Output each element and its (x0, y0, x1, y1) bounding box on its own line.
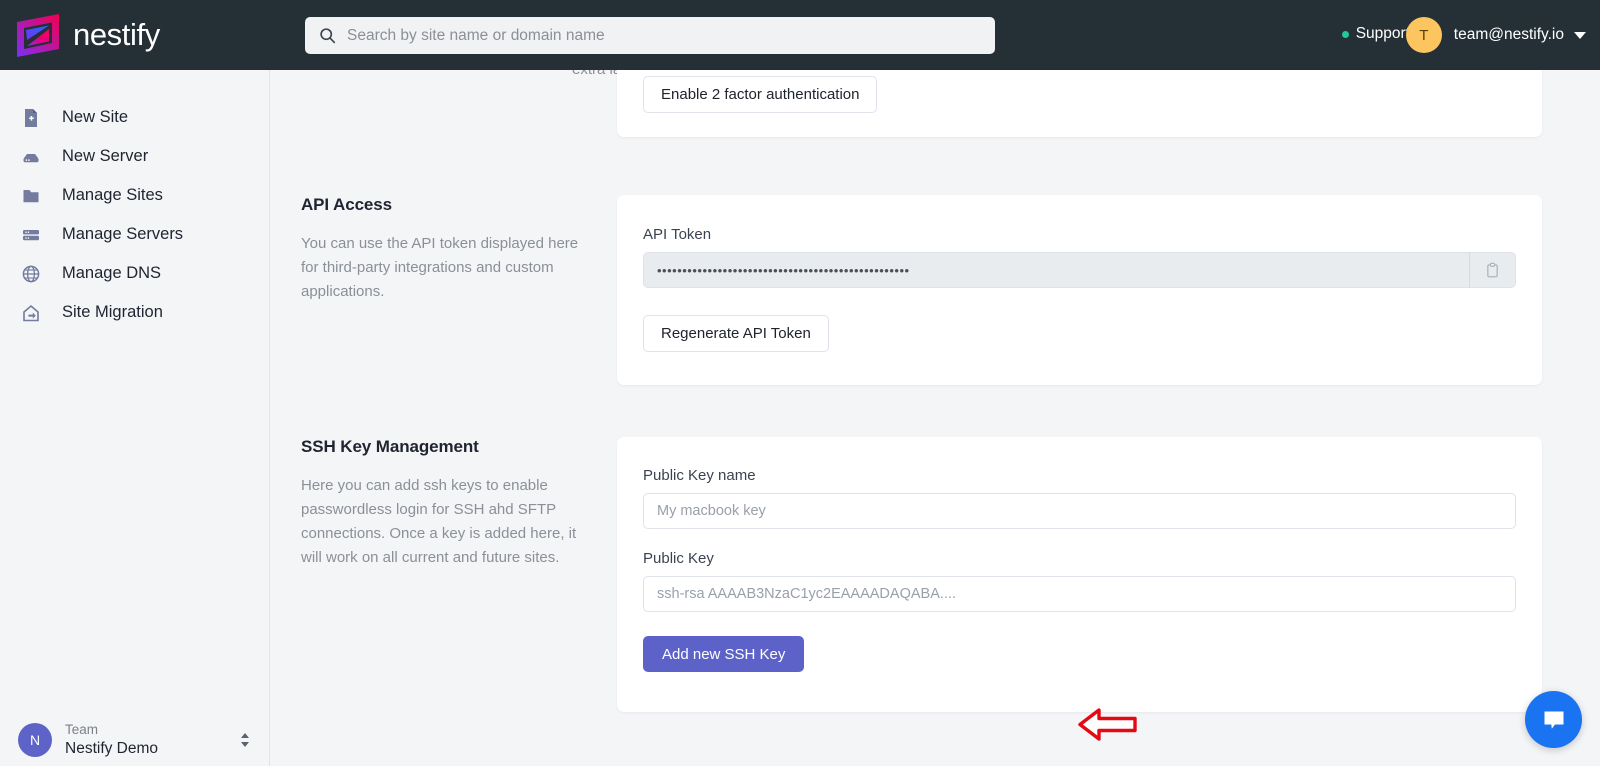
copy-api-token-button[interactable] (1469, 252, 1516, 288)
public-key-name-input[interactable] (643, 493, 1516, 529)
migration-icon (20, 302, 42, 324)
account-email: team@nestify.io (1453, 26, 1564, 43)
ssh-key-info: SSH Key Management Here you can add ssh … (301, 437, 581, 570)
brand-logo[interactable]: nestify (15, 12, 160, 59)
section-description: You can use the API token displayed here… (301, 235, 579, 300)
search-bar[interactable] (305, 17, 995, 54)
servers-icon (20, 224, 42, 246)
sidebar-item-label: Manage DNS (62, 264, 162, 282)
support-label: Support (1355, 25, 1410, 42)
enable-2fa-button[interactable]: Enable 2 factor authentication (643, 76, 878, 113)
sidebar-item-site-migration[interactable]: Site Migration (0, 293, 269, 332)
support-status-dot (1341, 30, 1349, 38)
support-link[interactable]: Support (1341, 25, 1410, 43)
sidebar-item-label: New Site (62, 108, 129, 126)
page-scrollbar[interactable] (1590, 70, 1600, 766)
sidebar-item-new-site[interactable]: New Site (0, 98, 269, 137)
folder-icon (20, 185, 42, 207)
red-left-arrow-annotation (1077, 703, 1139, 752)
section-title: API Access (301, 195, 392, 214)
api-token-row (643, 252, 1516, 288)
up-down-chevrons-icon[interactable] (238, 730, 252, 750)
add-new-ssh-key-button[interactable]: Add new SSH Key (643, 636, 805, 672)
main-content: extra layer of security to your account.… (271, 70, 1600, 766)
section-description: Here you can add ssh keys to enable pass… (301, 477, 577, 566)
brand-name: nestify (73, 17, 160, 52)
api-token-label: API Token (643, 226, 712, 243)
server-add-icon (20, 146, 42, 168)
api-access-info: API Access You can use the API token dis… (301, 195, 581, 304)
file-plus-icon (20, 107, 42, 129)
account-menu[interactable]: T team@nestify.io (1405, 17, 1586, 53)
top-bar: nestify Support T team@nestify.io (0, 0, 1600, 70)
public-key-input[interactable] (643, 576, 1516, 612)
section-title: SSH Key Management (301, 437, 479, 456)
team-switcher[interactable]: N Team Nestify Demo (0, 722, 270, 758)
globe-icon (20, 263, 42, 285)
chat-widget-button[interactable] (1525, 691, 1582, 748)
ssh-key-card: Public Key name Public Key Add new SSH K… (617, 437, 1542, 712)
sidebar-item-label: New Server (62, 147, 149, 165)
avatar: N (18, 722, 52, 757)
nestify-logo-icon (17, 13, 59, 57)
sidebar-nav: New Site New Server Manage Sites Manage … (0, 70, 269, 332)
sidebar-item-new-server[interactable]: New Server (0, 137, 269, 176)
clipboard-copy-icon (1487, 262, 1498, 277)
sidebar-item-label: Manage Sites (62, 186, 163, 204)
search-icon (320, 28, 336, 44)
search-input[interactable] (347, 20, 947, 51)
two-factor-card: Enable 2 factor authentication (617, 70, 1542, 137)
avatar: T (1405, 17, 1442, 53)
public-key-name-label: Public Key name (643, 467, 756, 484)
chevron-down-icon (1574, 31, 1586, 39)
api-token-input[interactable] (643, 252, 1469, 288)
team-info: Team Nestify Demo (65, 722, 158, 758)
sidebar-item-manage-sites[interactable]: Manage Sites (0, 176, 269, 215)
regenerate-api-token-button[interactable]: Regenerate API Token (643, 315, 829, 352)
public-key-label: Public Key (643, 550, 714, 567)
sidebar-item-label: Manage Servers (62, 225, 184, 243)
team-label: Team (65, 721, 99, 737)
sidebar-item-manage-dns[interactable]: Manage DNS (0, 254, 269, 293)
sidebar: New Site New Server Manage Sites Manage … (0, 70, 270, 766)
team-name: Nestify Demo (65, 739, 159, 757)
sidebar-item-label: Site Migration (62, 303, 163, 321)
chat-bubble-icon (1544, 711, 1563, 729)
api-access-card: API Token Regenerate API Token (617, 195, 1542, 385)
sidebar-item-manage-servers[interactable]: Manage Servers (0, 215, 269, 254)
